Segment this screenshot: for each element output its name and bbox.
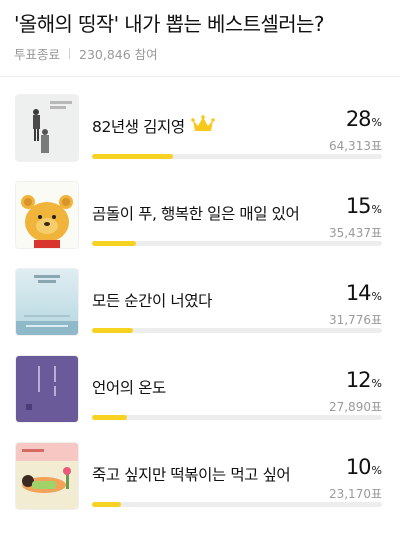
option-title-wrap: 82년생 김지영 [92, 115, 215, 137]
option-votes: 64,313표 [328, 139, 382, 153]
poll-option[interactable]: 곰돌이 푸, 행복한 일은 매일 있어 15% 35,437표 [0, 182, 400, 274]
percent-unit: % [371, 464, 382, 477]
option-title: 모든 순간이 너였다 [92, 292, 212, 310]
poll-meta: 투표종료 230,846 참여 [14, 44, 386, 63]
option-percent: 14% [346, 281, 382, 305]
option-title: 죽고 싶지만 떡볶이는 먹고 싶어 [92, 466, 291, 484]
option-votes: 27,890표 [328, 400, 382, 414]
progress-track [92, 502, 382, 507]
percent-unit: % [371, 116, 382, 129]
option-votes: 23,170표 [328, 487, 382, 501]
book-cover-pooh [16, 182, 78, 248]
poll-status: 투표종료 [14, 47, 61, 62]
poll-participants: 230,846 참여 [79, 47, 158, 62]
poll-option[interactable]: 죽고 싶지만 떡볶이는 먹고 싶어 10% 23,170표 [0, 443, 400, 535]
option-title: 곰돌이 푸, 행복한 일은 매일 있어 [92, 205, 300, 223]
poll-title: '올해의 띵작' 내가 뽑는 베스트셀러는? [14, 12, 324, 36]
percent-value: 28 [345, 107, 372, 131]
percent-value: 14 [345, 281, 372, 305]
percent-unit: % [371, 290, 382, 303]
option-title-wrap: 언어의 온도 [92, 376, 166, 398]
poll-header: '올해의 띵작' 내가 뽑는 베스트셀러는? 투표종료 230,846 참여 [0, 0, 400, 63]
progress-fill [92, 328, 133, 333]
option-title: 82년생 김지영 [92, 118, 185, 136]
option-title: 언어의 온도 [92, 379, 166, 397]
book-cover-every-moment [16, 269, 78, 335]
book-cover-tteokbokki [16, 443, 78, 509]
option-votes: 31,776표 [328, 313, 382, 327]
progress-fill [92, 154, 174, 159]
progress-track [92, 241, 382, 246]
header-divider [0, 76, 400, 77]
progress-fill [92, 415, 127, 420]
option-title-wrap: 곰돌이 푸, 행복한 일은 매일 있어 [92, 202, 300, 224]
progress-track [92, 415, 382, 420]
book-cover-language-temperature [16, 356, 78, 422]
option-title-wrap: 죽고 싶지만 떡볶이는 먹고 싶어 [92, 463, 291, 485]
progress-fill [92, 502, 121, 507]
option-votes: 35,437표 [328, 226, 382, 240]
poll-option[interactable]: 언어의 온도 12% 27,890표 [0, 356, 400, 448]
percent-value: 12 [345, 368, 372, 392]
poll-option[interactable]: 82년생 김지영 28% 64,313표 [0, 95, 400, 187]
poll-option[interactable]: 모든 순간이 너였다 14% 31,776표 [0, 269, 400, 361]
percent-unit: % [371, 377, 382, 390]
meta-divider [69, 48, 71, 59]
book-cover-82-nyeonsaeng [16, 95, 78, 161]
option-percent: 15% [346, 194, 382, 218]
crown-icon [190, 115, 215, 137]
option-percent: 28% [346, 107, 382, 131]
percent-value: 10 [345, 455, 372, 479]
option-percent: 12% [346, 368, 382, 392]
percent-unit: % [371, 203, 382, 216]
progress-track [92, 154, 382, 159]
progress-fill [92, 241, 136, 246]
progress-track [92, 328, 382, 333]
option-percent: 10% [346, 455, 382, 479]
option-title-wrap: 모든 순간이 너였다 [92, 289, 212, 311]
percent-value: 15 [345, 194, 372, 218]
